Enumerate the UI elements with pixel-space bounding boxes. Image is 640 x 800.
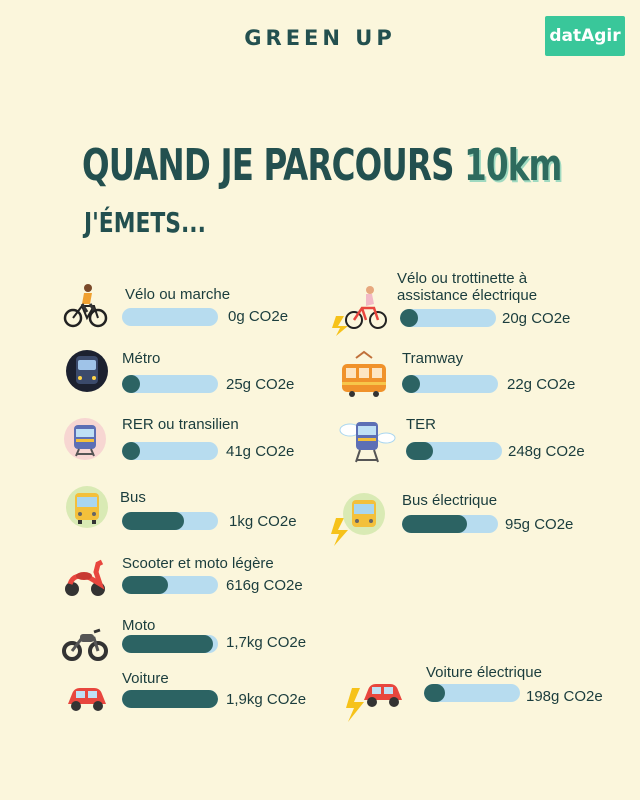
label-scooter: Scooter et moto légère (122, 555, 274, 572)
label-moto: Moto (122, 617, 156, 634)
page-subtitle: J'ÉMETS... (84, 206, 206, 239)
value-bus: 1kg CO2e (229, 513, 297, 530)
bar-moto (122, 635, 218, 653)
bar-voiture (122, 690, 218, 708)
tramway-icon (338, 350, 390, 402)
bar-ter (406, 442, 502, 460)
bicycle-icon (62, 282, 108, 328)
value-velo: 0g CO2e (228, 308, 289, 325)
bar-fill-moto (122, 635, 213, 653)
datagir-logo[interactable]: datAgir (545, 16, 625, 56)
label-ter: TER (406, 416, 436, 433)
bar-bus-elec (402, 515, 498, 533)
label-bus-elec: Bus électrique (402, 492, 498, 509)
label-voiture-elec: Voiture électrique (426, 664, 542, 681)
value-scooter: 616g CO2e (226, 577, 303, 594)
bar-velo-elec (400, 309, 496, 327)
label-velo-elec-line1: Vélo ou trottinette à (397, 270, 528, 287)
label-rer: RER ou transilien (122, 416, 239, 433)
bar-fill-metro (122, 375, 140, 393)
bar-velo (122, 308, 218, 326)
electric-bike-icon (330, 282, 390, 336)
value-velo-elec: 20g CO2e (502, 310, 571, 327)
bar-scooter (122, 576, 218, 594)
value-voiture-elec: 198g CO2e (526, 688, 603, 705)
bar-voiture-elec (424, 684, 520, 702)
electric-car-icon (344, 674, 412, 724)
page-title: QUAND JE PARCOURS 10km (82, 140, 562, 191)
title-highlight: 10km (464, 140, 562, 191)
motorcycle-icon (62, 618, 108, 664)
bar-metro (122, 375, 218, 393)
car-icon (64, 674, 110, 720)
bar-fill-scooter (122, 576, 168, 594)
bar-fill-tramway (402, 375, 420, 393)
value-bus-elec: 95g CO2e (505, 516, 574, 533)
bar-fill-bus-elec (402, 515, 467, 533)
value-voiture: 1,9kg CO2e (226, 691, 307, 708)
bar-fill-voiture-elec (424, 684, 445, 702)
label-voiture: Voiture (122, 670, 169, 687)
label-velo-elec-line2: assistance électrique (397, 287, 538, 304)
metro-icon (64, 348, 110, 394)
bar-fill-velo-elec (400, 309, 418, 327)
label-bus: Bus (120, 489, 146, 506)
value-metro: 25g CO2e (226, 376, 295, 393)
bar-fill-ter (406, 442, 433, 460)
brand-title: GREEN UP (244, 26, 396, 50)
value-moto: 1,7kg CO2e (226, 634, 307, 651)
scooter-icon (62, 554, 108, 600)
train-icon (62, 416, 108, 462)
ter-train-icon (338, 416, 396, 466)
bar-fill-bus (122, 512, 184, 530)
title-prefix: QUAND JE PARCOURS (82, 140, 465, 191)
label-metro: Métro (122, 350, 161, 367)
bus-icon (64, 484, 110, 530)
electric-bus-icon (330, 490, 388, 548)
value-tramway: 22g CO2e (507, 376, 576, 393)
label-tramway: Tramway (402, 350, 464, 367)
bar-fill-rer (122, 442, 140, 460)
bar-fill-voiture (122, 690, 218, 708)
bar-tramway (402, 375, 498, 393)
value-rer: 41g CO2e (226, 443, 295, 460)
value-ter: 248g CO2e (508, 443, 585, 460)
label-velo: Vélo ou marche (125, 286, 231, 303)
bar-rer (122, 442, 218, 460)
bar-bus (122, 512, 218, 530)
